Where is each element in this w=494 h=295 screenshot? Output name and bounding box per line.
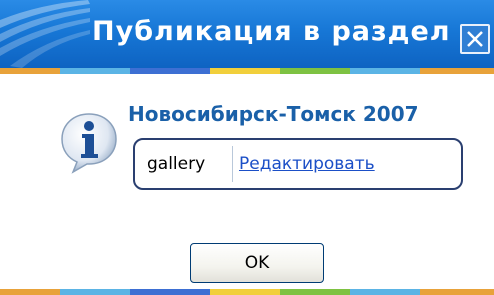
tag-name: gallery bbox=[147, 154, 206, 174]
ok-button[interactable]: OK bbox=[190, 243, 324, 283]
title-bar[interactable]: Публикация в раздел bbox=[0, 0, 494, 68]
title-bar-swoosh-decoration bbox=[0, 0, 90, 68]
publish-dialog: Публикация в раздел Новосибирск-Томск 20… bbox=[0, 0, 494, 295]
window-title: Публикация в раздел bbox=[92, 16, 451, 47]
title-stripe-decoration bbox=[0, 68, 494, 74]
info-icon bbox=[61, 113, 117, 174]
bottom-stripe-decoration bbox=[0, 289, 494, 295]
close-icon bbox=[467, 31, 483, 47]
close-button[interactable] bbox=[460, 24, 490, 54]
publication-title: Новосибирск-Томск 2007 bbox=[128, 102, 419, 126]
tag-box: gallery Редактировать bbox=[133, 138, 463, 190]
edit-link[interactable]: Редактировать bbox=[239, 154, 375, 174]
tag-divider bbox=[232, 146, 233, 182]
